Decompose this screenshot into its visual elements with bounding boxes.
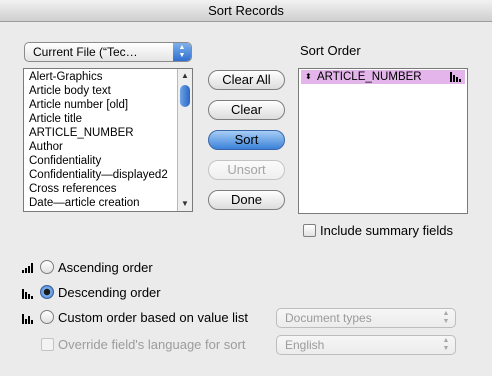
popup-arrows-icon: ▲ ▼ xyxy=(173,43,191,61)
list-item[interactable]: Article title xyxy=(24,112,177,126)
field-list[interactable]: Alert-Graphics Article body text Article… xyxy=(23,68,193,212)
list-item[interactable]: Confidentiality xyxy=(24,154,177,168)
ascending-order-radio[interactable] xyxy=(40,260,54,274)
ascending-order-label: Ascending order xyxy=(58,260,153,275)
custom-order-label: Custom order based on value list xyxy=(58,310,249,325)
source-file-popup-value: Current File (“Tec… xyxy=(33,45,138,59)
custom-order-radio[interactable] xyxy=(40,310,54,324)
descending-order-icon xyxy=(450,72,462,86)
clear-all-button[interactable]: Clear All xyxy=(208,70,285,90)
popup-arrows-icon: ▲ ▼ xyxy=(442,310,450,325)
sort-button[interactable]: Sort xyxy=(208,130,285,150)
sort-order-heading: Sort Order xyxy=(300,43,361,58)
dialog-content: Current File (“Tec… ▲ ▼ Alert-Graphics Ar… xyxy=(0,22,492,376)
sort-order-field-label: ARTICLE_NUMBER xyxy=(317,71,422,83)
sort-order-item[interactable]: ⬍ ARTICLE_NUMBER xyxy=(301,70,465,84)
list-item[interactable]: Alert-Graphics xyxy=(24,70,177,84)
custom-order-icon xyxy=(22,313,36,327)
popup-arrows-icon: ▲ ▼ xyxy=(442,337,450,352)
sort-records-dialog: Sort Records Current File (“Tec… ▲ ▼ Aler… xyxy=(0,0,492,376)
include-summary-checkbox[interactable] xyxy=(303,224,316,237)
list-item[interactable]: Date—article creation xyxy=(24,196,177,210)
list-item[interactable]: Cross references xyxy=(24,182,177,196)
override-language-label: Override field's language for sort xyxy=(58,337,246,352)
descending-order-label: Descending order xyxy=(58,285,161,300)
source-file-popup[interactable]: Current File (“Tec… ▲ ▼ xyxy=(24,42,192,62)
language-popup[interactable]: English ▲ ▼ xyxy=(276,335,456,355)
field-list-scrollbar[interactable]: ▲ ▼ xyxy=(177,69,192,211)
scroll-thumb[interactable] xyxy=(180,85,190,107)
override-language-checkbox[interactable] xyxy=(41,338,54,351)
window-title: Sort Records xyxy=(0,0,492,22)
language-popup-value: English xyxy=(285,338,325,352)
descending-order-icon xyxy=(22,288,36,302)
clear-button[interactable]: Clear xyxy=(208,100,285,120)
list-item[interactable]: Confidentiality—displayed2 xyxy=(24,168,177,182)
value-list-popup[interactable]: Document types ▲ ▼ xyxy=(276,308,456,328)
field-list-items: Alert-Graphics Article body text Article… xyxy=(24,70,177,210)
list-item[interactable]: Article body text xyxy=(24,84,177,98)
ascending-order-icon xyxy=(22,262,36,276)
drag-handle-icon[interactable]: ⬍ xyxy=(305,70,312,84)
list-item[interactable]: Article number [old] xyxy=(24,98,177,112)
done-button[interactable]: Done xyxy=(208,190,285,210)
include-summary-label: Include summary fields xyxy=(320,223,453,238)
scroll-down-arrow-icon[interactable]: ▼ xyxy=(178,197,192,211)
unsort-button[interactable]: Unsort xyxy=(208,160,285,180)
list-item[interactable]: ARTICLE_NUMBER xyxy=(24,126,177,140)
descending-order-radio[interactable] xyxy=(40,285,54,299)
value-list-popup-value: Document types xyxy=(285,311,372,325)
sort-order-list[interactable]: ⬍ ARTICLE_NUMBER xyxy=(298,68,468,214)
list-item[interactable]: Author xyxy=(24,140,177,154)
scroll-up-arrow-icon[interactable]: ▲ xyxy=(178,69,192,83)
